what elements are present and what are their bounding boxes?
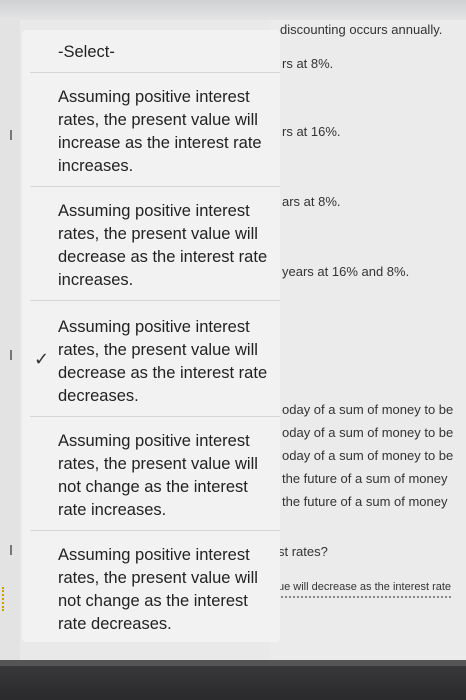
selected-answer-field[interactable]: ue will decrease as the interest rate xyxy=(278,581,452,598)
question-text-panel: discounting occurs annually. rs at 8%. r… xyxy=(270,20,466,660)
option-label: Assuming positive interest rates, the pr… xyxy=(58,546,258,633)
option-label: Assuming positive interest rates, the pr… xyxy=(58,88,262,175)
option-label: -Select- xyxy=(58,43,115,61)
option-label: Assuming positive interest rates, the pr… xyxy=(58,202,268,289)
dropdown-option-1[interactable]: Assuming positive interest rates, the pr… xyxy=(22,86,280,186)
browser-tab-strip xyxy=(0,0,466,20)
doc-line: discounting occurs annually. xyxy=(280,22,443,37)
divider xyxy=(30,72,280,73)
gutter-mark xyxy=(10,545,12,555)
option-label: Assuming positive interest rates, the pr… xyxy=(58,318,268,405)
gutter-highlight xyxy=(2,587,14,611)
doc-line: years at 16% and 8%. xyxy=(282,264,410,279)
doc-line: ars at 8%. xyxy=(282,194,341,209)
doc-line: rs at 8%. xyxy=(282,56,334,71)
divider xyxy=(30,416,280,417)
doc-line: oday of a sum of money to be xyxy=(282,448,454,463)
option-label: Assuming positive interest rates, the pr… xyxy=(58,432,258,519)
dropdown-option-5[interactable]: Assuming positive interest rates, the pr… xyxy=(22,544,280,644)
dropdown-option-2[interactable]: Assuming positive interest rates, the pr… xyxy=(22,200,280,300)
divider xyxy=(30,530,280,531)
doc-line: st rates? xyxy=(278,544,328,559)
doc-line: rs at 16%. xyxy=(282,124,341,139)
checkmark-icon: ✓ xyxy=(34,349,50,369)
divider xyxy=(30,186,280,187)
gutter-mark xyxy=(10,350,12,360)
dropdown-option-3-selected[interactable]: ✓ Assuming positive interest rates, the … xyxy=(22,316,280,416)
answer-dropdown-list[interactable]: -Select- Assuming positive interest rate… xyxy=(22,30,280,642)
dropdown-option-4[interactable]: Assuming positive interest rates, the pr… xyxy=(22,430,280,530)
gutter-mark xyxy=(10,130,12,140)
bottom-bezel xyxy=(0,660,466,700)
divider xyxy=(30,300,280,301)
doc-line: oday of a sum of money to be xyxy=(282,425,454,440)
bottom-shadow xyxy=(0,660,466,666)
doc-line: oday of a sum of money to be xyxy=(282,402,454,417)
left-gutter xyxy=(0,20,20,660)
doc-line: the future of a sum of money xyxy=(282,494,448,509)
doc-line: the future of a sum of money xyxy=(282,471,448,486)
